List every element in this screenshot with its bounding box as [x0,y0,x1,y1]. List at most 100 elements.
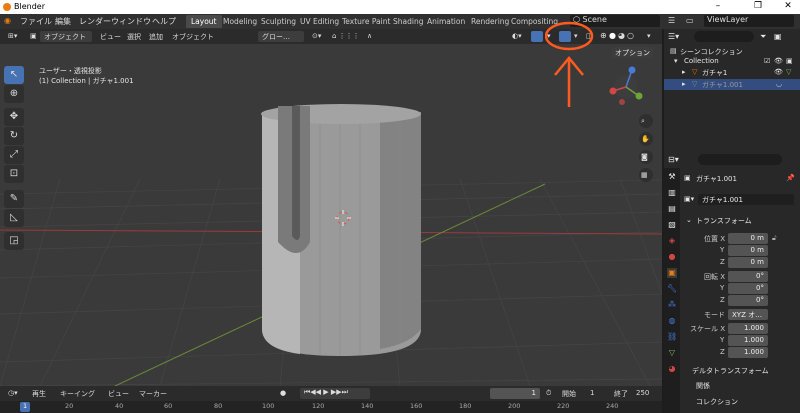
record-icon[interactable]: ● [278,388,288,399]
maximize-button[interactable]: ❐ [748,1,768,11]
clock-icon[interactable]: ⏱ [544,388,553,399]
menu-timeline-view[interactable]: ビュー [106,388,131,399]
transform-panel-title[interactable]: トランスフォーム [696,216,752,226]
menu-help[interactable]: ヘルプ [152,16,176,27]
menu-file[interactable]: ファイル [20,16,52,27]
properties-type-icon[interactable]: ⊟▾ [668,155,679,164]
menu-playback[interactable]: 再生 [30,388,48,399]
move-tool-icon[interactable]: ✥ [4,108,24,126]
view-layer-field[interactable]: ViewLayer [704,15,794,27]
scale-y-field[interactable]: 1.000 [728,335,768,346]
camera-view-icon[interactable]: ◙ [641,153,648,161]
pan-hand-icon[interactable]: ✋ [641,135,650,143]
scale-x-field[interactable]: 1.000 [728,323,768,334]
select-box-tool-icon[interactable]: ↖ [4,66,24,84]
location-y-field[interactable]: 0 m [728,245,768,256]
outliner-editor-icon[interactable]: ☰ [668,16,675,25]
visibility-icon[interactable]: ◐▾ [510,31,524,42]
camera-icon[interactable]: ▣ [786,57,793,65]
outliner-row-gacha1001[interactable]: ▸ ▽ ガチャ1.001 ◡ [664,79,800,90]
selected-cylinder[interactable] [261,104,421,356]
expand-arrow-icon[interactable]: ▸ [682,80,686,88]
menu-edit[interactable]: 編集 [55,16,71,27]
tab-animation[interactable]: Animation [422,15,470,28]
outliner-row-collection[interactable]: ▾ Collection ☑ 👁 ▣ [664,57,800,67]
select-mode-icon[interactable]: ▣ [28,31,39,42]
menu-object[interactable]: オブジェクト [170,31,216,42]
outliner-type-icon[interactable]: ☰▾ [668,32,679,41]
menu-add[interactable]: 追加 [147,31,165,42]
view-layer-tab-icon[interactable]: ▧ [667,220,677,230]
rotation-x-field[interactable]: 0° [728,271,768,282]
constraints-tab-icon[interactable]: ⛓ [667,332,677,342]
data-tab-icon[interactable]: ▽ [667,348,677,358]
menu-marker[interactable]: マーカー [137,388,169,399]
collapse-arrow-icon[interactable]: ⌄ [686,216,692,224]
scale-tool-icon[interactable]: ⤢ [4,146,24,164]
new-collection-icon[interactable]: ▣ [774,32,782,41]
outliner-row-gacha1[interactable]: ▸ ▽ ガチャ1 👁 ▽ [664,68,800,78]
expand-arrow-icon[interactable]: ▸ [682,68,686,76]
tab-layout[interactable]: Layout [186,15,222,28]
zoom-icon[interactable]: ⌕ [641,117,645,126]
menu-keying[interactable]: キーイング [58,388,97,399]
proportional-edit-icon[interactable]: ∧ [365,31,374,42]
close-button[interactable]: ✕ [778,1,798,11]
eye-hidden-icon[interactable]: ◡ [776,80,782,88]
material-tab-icon[interactable]: ◕ [667,364,677,374]
expand-arrow-icon[interactable]: ▾ [674,57,678,65]
rotate-tool-icon[interactable]: ↻ [4,127,24,145]
outliner-search-input[interactable] [694,31,754,42]
location-x-field[interactable]: 0 m [728,233,768,244]
physics-tab-icon[interactable]: ◍ [667,316,677,326]
checkbox-icon[interactable]: ☑ [764,57,770,65]
menu-select[interactable]: 選択 [125,31,143,42]
current-frame-field[interactable]: 1 [490,388,540,399]
collection-panel[interactable]: コレクション [696,397,738,407]
rotation-mode-dropdown[interactable]: XYZ オ… [728,309,768,320]
options-dropdown[interactable]: オプション [612,47,653,58]
add-cube-tool-icon[interactable]: ◲ [4,232,24,250]
end-frame[interactable]: 250 [634,388,651,399]
pin-icon[interactable]: 📌 [786,174,795,182]
scale-z-field[interactable]: 1.000 [728,347,768,358]
output-tab-icon[interactable]: ▤ [667,204,677,214]
menu-window[interactable]: ウィンドウ [111,16,151,27]
blender-menu-icon[interactable]: ◉ [4,16,11,25]
menu-view[interactable]: ビュー [98,31,123,42]
measure-tool-icon[interactable]: ◺ [4,209,24,227]
start-frame[interactable]: 1 [588,388,596,399]
rendered-shading-icon[interactable]: ○ [625,30,636,41]
menu-render[interactable]: レンダー [79,16,111,27]
render-tab-icon[interactable]: ▥ [667,188,677,198]
orientation-dropdown[interactable]: グロー… [258,31,304,42]
properties-search-input[interactable] [698,154,782,165]
relations-panel[interactable]: 関係 [696,381,710,391]
gizmo-toggle-icon[interactable] [531,31,543,42]
cursor-tool-icon[interactable]: ⊕ [4,85,24,103]
world-tab-icon[interactable]: ● [667,252,677,262]
object-name-field[interactable]: ガチャ1.001 [698,194,794,205]
playback-icons[interactable]: ⏮◀◀ ▶ ▶▶⏭ [302,387,350,398]
eye-icon[interactable]: 👁 [774,68,783,76]
shading-dropdown-icon[interactable]: ▾ [645,31,653,42]
rotation-y-field[interactable]: 0° [728,283,768,294]
minimize-button[interactable]: – [708,1,728,11]
location-z-field[interactable]: 0 m [728,257,768,268]
eye-icon[interactable]: 👁 [774,57,783,65]
object-tab-icon[interactable]: ▣ [667,268,677,278]
playback-controls[interactable]: ⏮◀◀ ▶ ▶▶⏭ [300,388,370,399]
filter-icon[interactable]: ⏷ [760,32,766,42]
pivot-icon[interactable]: ⊙▾ [310,31,323,42]
transform-tool-icon[interactable]: ⊡ [4,165,24,183]
mode-dropdown[interactable]: オブジェクト [40,31,92,42]
lock-icon[interactable]: 🔓︎ [772,234,777,243]
delta-transform-panel[interactable]: デルタトランスフォーム [692,366,769,376]
orientation-gizmo[interactable] [609,66,643,106]
annotate-tool-icon[interactable]: ✎ [4,190,24,208]
editor-type-icon[interactable]: ⊞▾ [6,31,19,42]
snap-icon[interactable]: ⌂ ⋮⋮⋮ [330,31,362,42]
modifier-tab-icon[interactable]: 🔧︎ [667,284,677,294]
scene-tab-icon[interactable]: ◈ [667,236,677,246]
particles-tab-icon[interactable]: ⁂ [667,300,677,310]
